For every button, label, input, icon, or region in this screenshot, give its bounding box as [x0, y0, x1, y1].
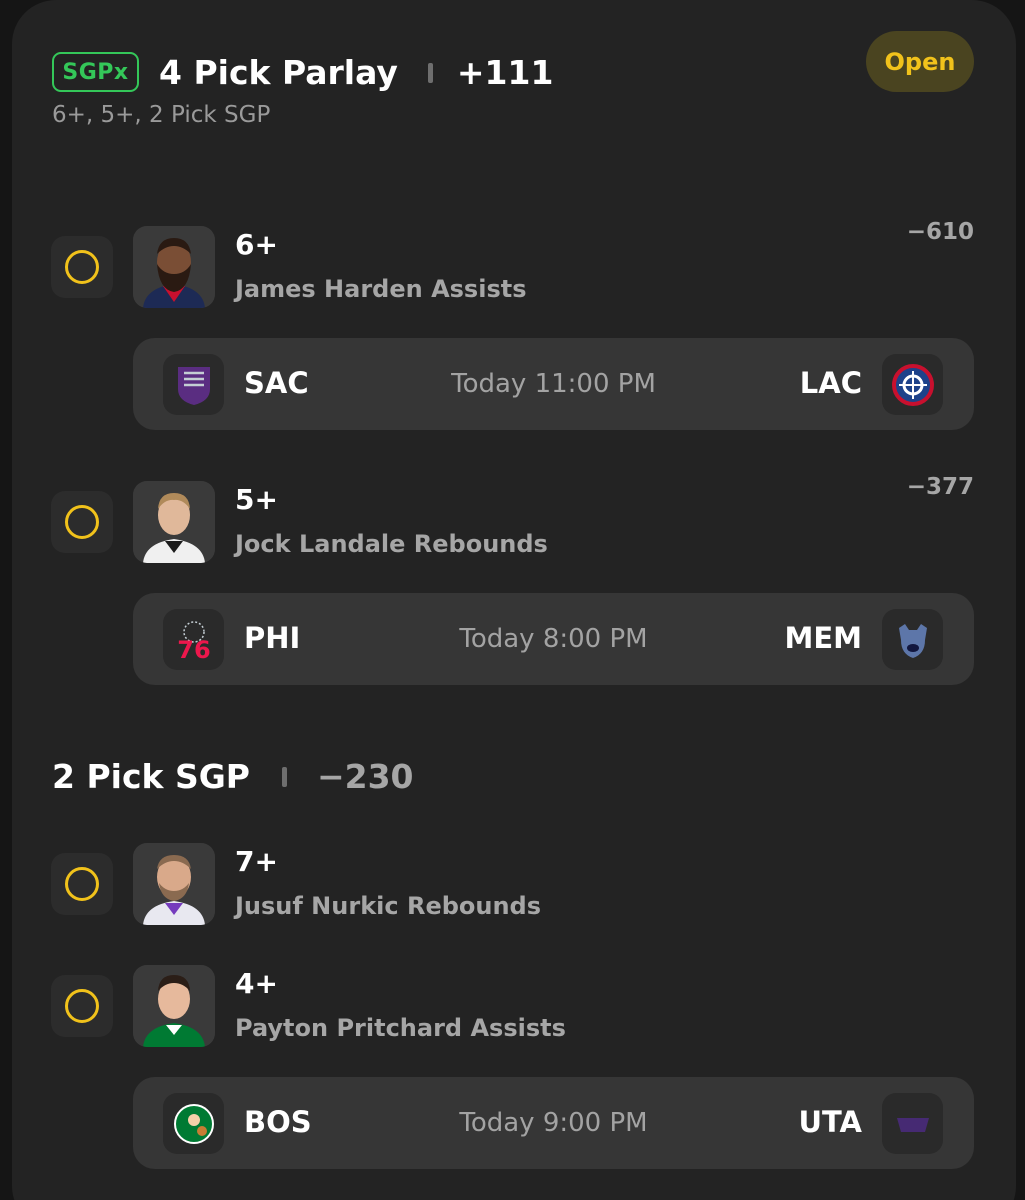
avatar [133, 965, 215, 1047]
avatar [133, 481, 215, 563]
avatar [133, 226, 215, 308]
status-badge[interactable]: Open [866, 31, 974, 92]
pick-line: 4+ [235, 967, 278, 1000]
game-row[interactable]: SAC Today 11:00 PM LAC [133, 338, 974, 430]
parlay-title: 4 Pick Parlay +111 [159, 52, 553, 94]
sgpx-badge: SGPx [52, 52, 139, 92]
jazz-logo-icon [882, 1093, 943, 1154]
empty-circle-icon [65, 867, 99, 901]
pick-description: Payton Pritchard Assists [235, 1014, 566, 1042]
pick-line: 6+ [235, 228, 278, 261]
pick-odds: −610 [906, 219, 974, 245]
title-separator [427, 63, 433, 83]
parlay-title-text: 4 Pick Parlay [159, 53, 398, 92]
pick-description: Jock Landale Rebounds [235, 530, 548, 558]
pick-status-4[interactable] [51, 975, 113, 1037]
empty-circle-icon [65, 505, 99, 539]
pick-description: James Harden Assists [235, 275, 527, 303]
sgp-title: 2 Pick SGP [52, 757, 250, 796]
player-headshot-icon [133, 481, 215, 563]
parlay-odds: +111 [456, 53, 554, 92]
home-team: UTA [798, 1105, 862, 1139]
home-team: LAC [799, 366, 862, 400]
title-separator [281, 767, 287, 787]
pick-status-2[interactable] [51, 491, 113, 553]
player-headshot-icon [133, 965, 215, 1047]
game-row[interactable]: BOS Today 9:00 PM UTA [133, 1077, 974, 1169]
grizzlies-logo-icon [882, 609, 943, 670]
player-headshot-icon [133, 226, 215, 308]
pick-status-3[interactable] [51, 853, 113, 915]
sgp-odds: −230 [316, 757, 414, 796]
avatar [133, 843, 215, 925]
pick-description: Jusuf Nurkic Rebounds [235, 892, 542, 920]
sgp-section-header: 2 Pick SGP −230 [52, 756, 414, 798]
game-row[interactable]: 76 PHI Today 8:00 PM MEM [133, 593, 974, 685]
home-team: MEM [784, 621, 862, 655]
player-headshot-icon [133, 843, 215, 925]
clippers-logo-icon [882, 354, 943, 415]
pick-status-1[interactable] [51, 236, 113, 298]
pick-line: 7+ [235, 845, 278, 878]
parlay-subtitle: 6+, 5+, 2 Pick SGP [52, 102, 271, 128]
parlay-card[interactable]: SGPx 4 Pick Parlay +111 6+, 5+, 2 Pick S… [12, 0, 1016, 1200]
empty-circle-icon [65, 989, 99, 1023]
pick-line: 5+ [235, 483, 278, 516]
empty-circle-icon [65, 250, 99, 284]
pick-odds: −377 [906, 474, 974, 500]
